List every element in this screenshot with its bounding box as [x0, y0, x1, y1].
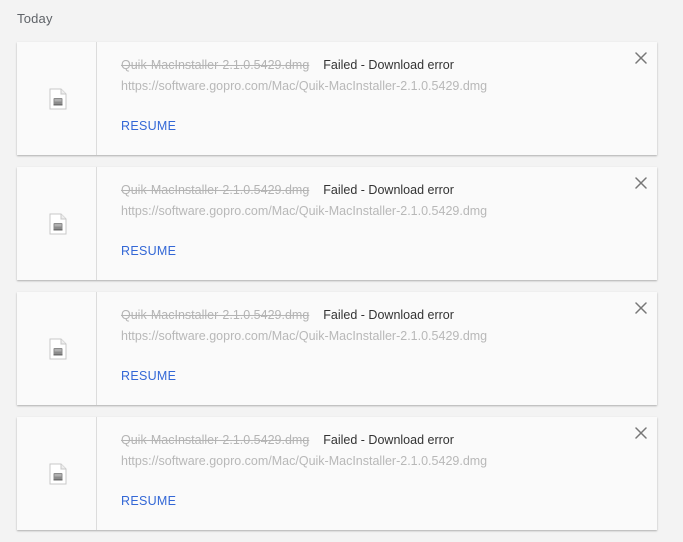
file-icon — [49, 88, 67, 110]
file-icon-column — [17, 417, 97, 530]
file-icon — [49, 463, 67, 485]
file-icon — [49, 338, 67, 360]
download-item: Quik-MacInstaller-2.1.0.5429.dmg Failed -… — [17, 417, 657, 530]
download-status: Failed - Download error — [323, 433, 454, 447]
download-item: Quik-MacInstaller-2.1.0.5429.dmg Failed -… — [17, 42, 657, 155]
close-icon[interactable] — [633, 50, 649, 66]
download-filename: Quik-MacInstaller-2.1.0.5429.dmg — [121, 308, 310, 322]
download-status: Failed - Download error — [323, 58, 454, 72]
downloads-list: Quik-MacInstaller-2.1.0.5429.dmg Failed -… — [17, 42, 657, 542]
file-icon-column — [17, 167, 97, 280]
resume-button[interactable]: RESUME — [121, 244, 176, 258]
download-details: Quik-MacInstaller-2.1.0.5429.dmg Failed -… — [121, 306, 617, 344]
download-url[interactable]: https://software.gopro.com/Mac/Quik-MacI… — [121, 453, 617, 469]
download-filename: Quik-MacInstaller-2.1.0.5429.dmg — [121, 58, 310, 72]
download-filename: Quik-MacInstaller-2.1.0.5429.dmg — [121, 433, 310, 447]
resume-button[interactable]: RESUME — [121, 119, 176, 133]
download-item: Quik-MacInstaller-2.1.0.5429.dmg Failed -… — [17, 167, 657, 280]
download-url[interactable]: https://software.gopro.com/Mac/Quik-MacI… — [121, 78, 617, 94]
download-title-line: Quik-MacInstaller-2.1.0.5429.dmg Failed -… — [121, 181, 617, 199]
close-icon[interactable] — [633, 175, 649, 191]
resume-button[interactable]: RESUME — [121, 369, 176, 383]
file-icon-column — [17, 42, 97, 155]
download-url[interactable]: https://software.gopro.com/Mac/Quik-MacI… — [121, 328, 617, 344]
download-title-line: Quik-MacInstaller-2.1.0.5429.dmg Failed -… — [121, 431, 617, 449]
close-icon[interactable] — [633, 425, 649, 441]
resume-button[interactable]: RESUME — [121, 494, 176, 508]
download-details: Quik-MacInstaller-2.1.0.5429.dmg Failed -… — [121, 56, 617, 94]
download-item: Quik-MacInstaller-2.1.0.5429.dmg Failed -… — [17, 292, 657, 405]
download-url[interactable]: https://software.gopro.com/Mac/Quik-MacI… — [121, 203, 617, 219]
download-details: Quik-MacInstaller-2.1.0.5429.dmg Failed -… — [121, 181, 617, 219]
close-icon[interactable] — [633, 300, 649, 316]
file-icon-column — [17, 292, 97, 405]
download-status: Failed - Download error — [323, 308, 454, 322]
download-title-line: Quik-MacInstaller-2.1.0.5429.dmg Failed -… — [121, 56, 617, 74]
section-title-today: Today — [17, 11, 53, 26]
download-filename: Quik-MacInstaller-2.1.0.5429.dmg — [121, 183, 310, 197]
download-title-line: Quik-MacInstaller-2.1.0.5429.dmg Failed -… — [121, 306, 617, 324]
download-details: Quik-MacInstaller-2.1.0.5429.dmg Failed -… — [121, 431, 617, 469]
download-status: Failed - Download error — [323, 183, 454, 197]
file-icon — [49, 213, 67, 235]
